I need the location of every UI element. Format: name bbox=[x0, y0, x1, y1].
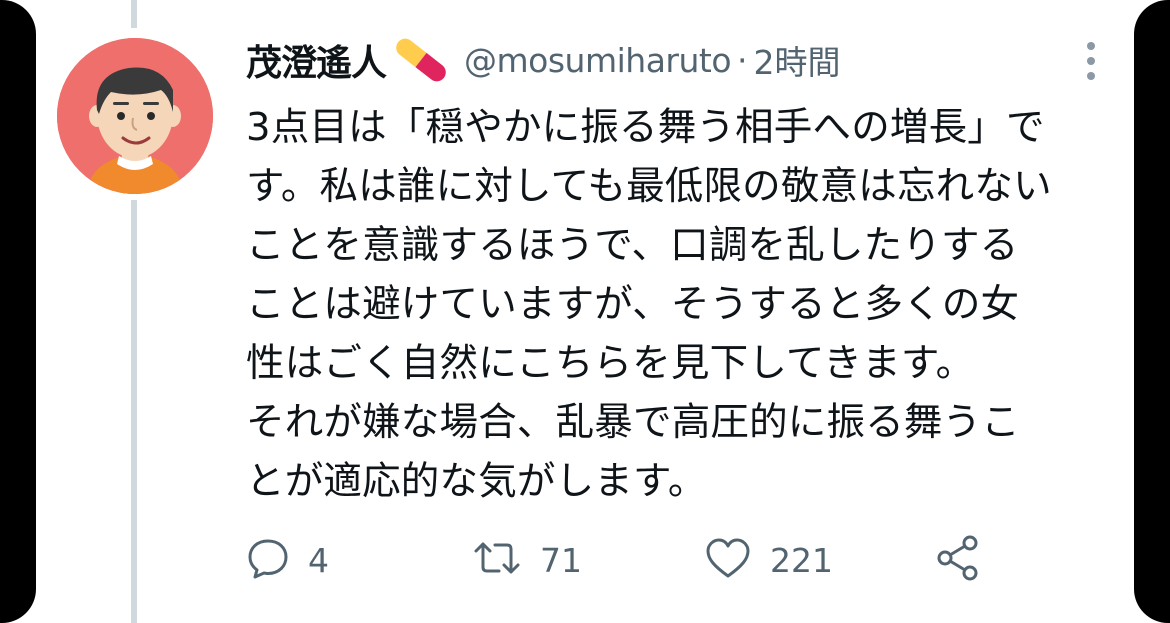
reply-button[interactable]: 4 bbox=[246, 530, 329, 590]
tweet-actions: 4 71 221 bbox=[246, 530, 1006, 590]
thread-line-bottom bbox=[131, 200, 137, 623]
reply-count: 4 bbox=[308, 540, 329, 580]
tweet-timestamp[interactable]: 2時間 bbox=[754, 36, 841, 84]
screen-corner-left bbox=[0, 0, 36, 623]
tweet-text-line: す。私は誰に対しても最低限の敬意は忘れない bbox=[246, 164, 1052, 209]
pill-icon bbox=[392, 38, 450, 82]
reply-icon bbox=[246, 536, 290, 584]
share-button[interactable] bbox=[936, 530, 980, 590]
tweet-text-line: ことを意識するほうで、口調を乱したりする bbox=[246, 223, 1019, 268]
tweet-text-line: それが嫌な場合、乱暴で高圧的に振る舞うこ bbox=[246, 400, 1021, 445]
like-button[interactable]: 221 bbox=[704, 530, 833, 590]
more-options-icon[interactable] bbox=[1084, 40, 1098, 86]
tweet-text: 3点目は「穏やかに振る舞う相手への増長」で す。私は誰に対しても最低限の敬意は忘… bbox=[246, 98, 1126, 511]
retweet-count: 71 bbox=[540, 540, 582, 580]
tweet-text-line: とが適応的な気がします。 bbox=[246, 459, 707, 504]
retweet-icon bbox=[472, 536, 522, 584]
display-name[interactable]: 茂澄遙人 bbox=[246, 34, 387, 86]
retweet-button[interactable]: 71 bbox=[472, 530, 582, 590]
avatar[interactable] bbox=[57, 38, 213, 194]
avatar-illustration bbox=[57, 38, 213, 194]
tweet-text-line: 性はごく自然にこちらを見下してきます。 bbox=[246, 341, 975, 386]
screen-corner-right bbox=[1134, 0, 1170, 623]
thread-line-top bbox=[131, 0, 137, 28]
author-handle[interactable]: @mosumiharuto bbox=[464, 41, 732, 80]
tweet-header: 茂澄遙人 @mosumiharuto · 2時間 bbox=[246, 30, 1126, 90]
share-icon bbox=[936, 534, 980, 586]
tweet-text-line: ことは避けていますが、そうすると多くの女 bbox=[246, 282, 1020, 327]
separator-dot: · bbox=[737, 40, 748, 80]
like-count: 221 bbox=[770, 540, 833, 580]
tweet-text-line: 3点目は「穏やかに振る舞う相手への増長」で bbox=[246, 105, 1045, 150]
heart-icon bbox=[704, 536, 752, 584]
tweet: 茂澄遙人 @mosumiharuto · 2時間 3点目は「穏やかに振る舞う相手… bbox=[246, 30, 1126, 581]
